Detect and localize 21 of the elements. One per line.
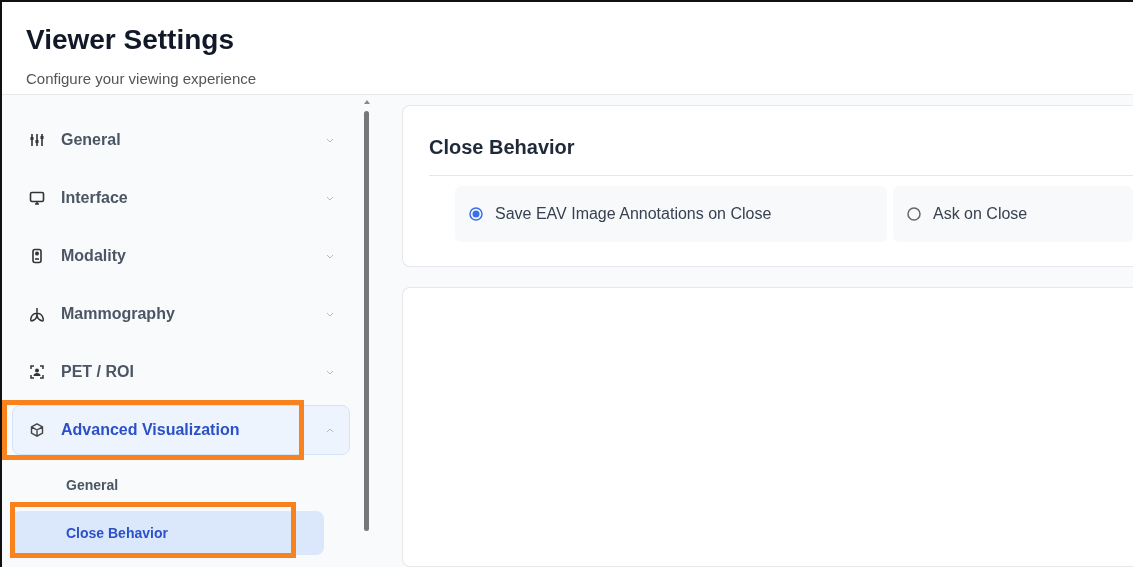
nav-item[interactable]: Modality: [12, 231, 350, 281]
nav-subitem[interactable]: Close Behavior: [12, 511, 324, 555]
monitor-icon: [29, 190, 45, 206]
page-title: Viewer Settings: [26, 24, 235, 56]
lungs-icon: [29, 306, 45, 322]
nav-subitem[interactable]: General: [12, 463, 324, 507]
nav-item[interactable]: Interface: [12, 173, 350, 223]
nav-item[interactable]: Advanced Visualization: [12, 405, 350, 455]
radio-option[interactable]: Save EAV Image Annotations on Close: [455, 186, 887, 242]
device-icon: [29, 248, 45, 264]
nav-item[interactable]: Mammography: [12, 289, 350, 339]
scrollbar-thumb[interactable]: [364, 111, 369, 531]
nav-item[interactable]: General: [12, 115, 350, 165]
sliders-icon: [29, 132, 45, 148]
scroll-up-icon[interactable]: [363, 99, 371, 105]
section-title: Close Behavior: [429, 136, 1133, 176]
nav-item[interactable]: PET / ROI: [12, 347, 350, 397]
scan-icon: [29, 364, 45, 380]
cube-icon: [29, 422, 45, 438]
radio-option[interactable]: Ask on Close: [893, 186, 1133, 242]
page-subtitle: Configure your viewing experience: [26, 70, 257, 87]
